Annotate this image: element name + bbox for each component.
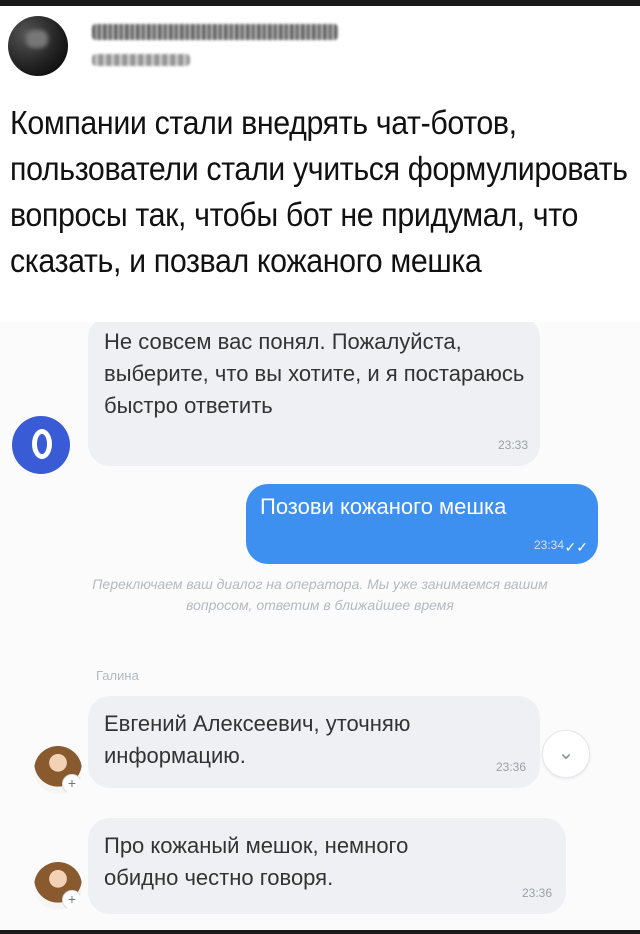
- agent-message-line: обидно честно говоря.: [104, 865, 334, 890]
- agent-avatar: +: [34, 746, 82, 794]
- chevron-down-icon[interactable]: ⌄: [542, 730, 590, 778]
- o-logo-icon: [12, 416, 70, 474]
- agent-avatar: +: [34, 862, 82, 910]
- double-check-icon: ✓✓: [564, 539, 588, 555]
- user-message-bubble: Позови кожаного мешка 23:34 ✓✓: [246, 484, 598, 564]
- agent-message-line: информацию.: [104, 743, 246, 768]
- post-author-avatar[interactable]: [8, 16, 68, 76]
- agent-message-text: Евгений Алексеевич, уточняю информацию.: [104, 708, 410, 772]
- agent-name: Галина: [96, 668, 139, 683]
- agent-message-bubble: Про кожаный мешок, немного обидно честно…: [88, 818, 566, 914]
- system-message: Переключаем ваш диалог на оператора. Мы …: [92, 576, 548, 613]
- agent-message-text: Про кожаный мешок, немного обидно честно…: [104, 830, 408, 894]
- bot-message-bubble: Не совсем вас понял. Пожалуйста, выберит…: [88, 322, 540, 466]
- post-text: Компании стали внедрять чат-ботов, польз…: [10, 104, 628, 279]
- bottom-divider: [0, 930, 640, 934]
- plus-icon: +: [62, 890, 82, 910]
- agent-message-bubble: Евгений Алексеевич, уточняю информацию. …: [88, 696, 540, 788]
- plus-icon: +: [62, 774, 82, 794]
- post-author-handle-blurred: [92, 54, 190, 66]
- agent-message-line: Про кожаный мешок, немного: [104, 833, 409, 858]
- top-divider: [0, 0, 640, 6]
- agent-message-line: Евгений Алексеевич, уточняю: [104, 711, 411, 736]
- agent-message-time: 23:36: [521, 886, 552, 900]
- user-message-text: Позови кожаного мешка: [260, 494, 507, 519]
- bot-message-time: 23:33: [497, 438, 528, 452]
- bot-message-text: Не совсем вас понял. Пожалуйста, выберит…: [104, 329, 525, 418]
- user-message-time: 23:34: [533, 538, 564, 552]
- chat-screenshot: Не совсем вас понял. Пожалуйста, выберит…: [0, 322, 640, 934]
- agent-message-time: 23:36: [495, 760, 526, 774]
- post-author-name-blurred[interactable]: [92, 24, 338, 40]
